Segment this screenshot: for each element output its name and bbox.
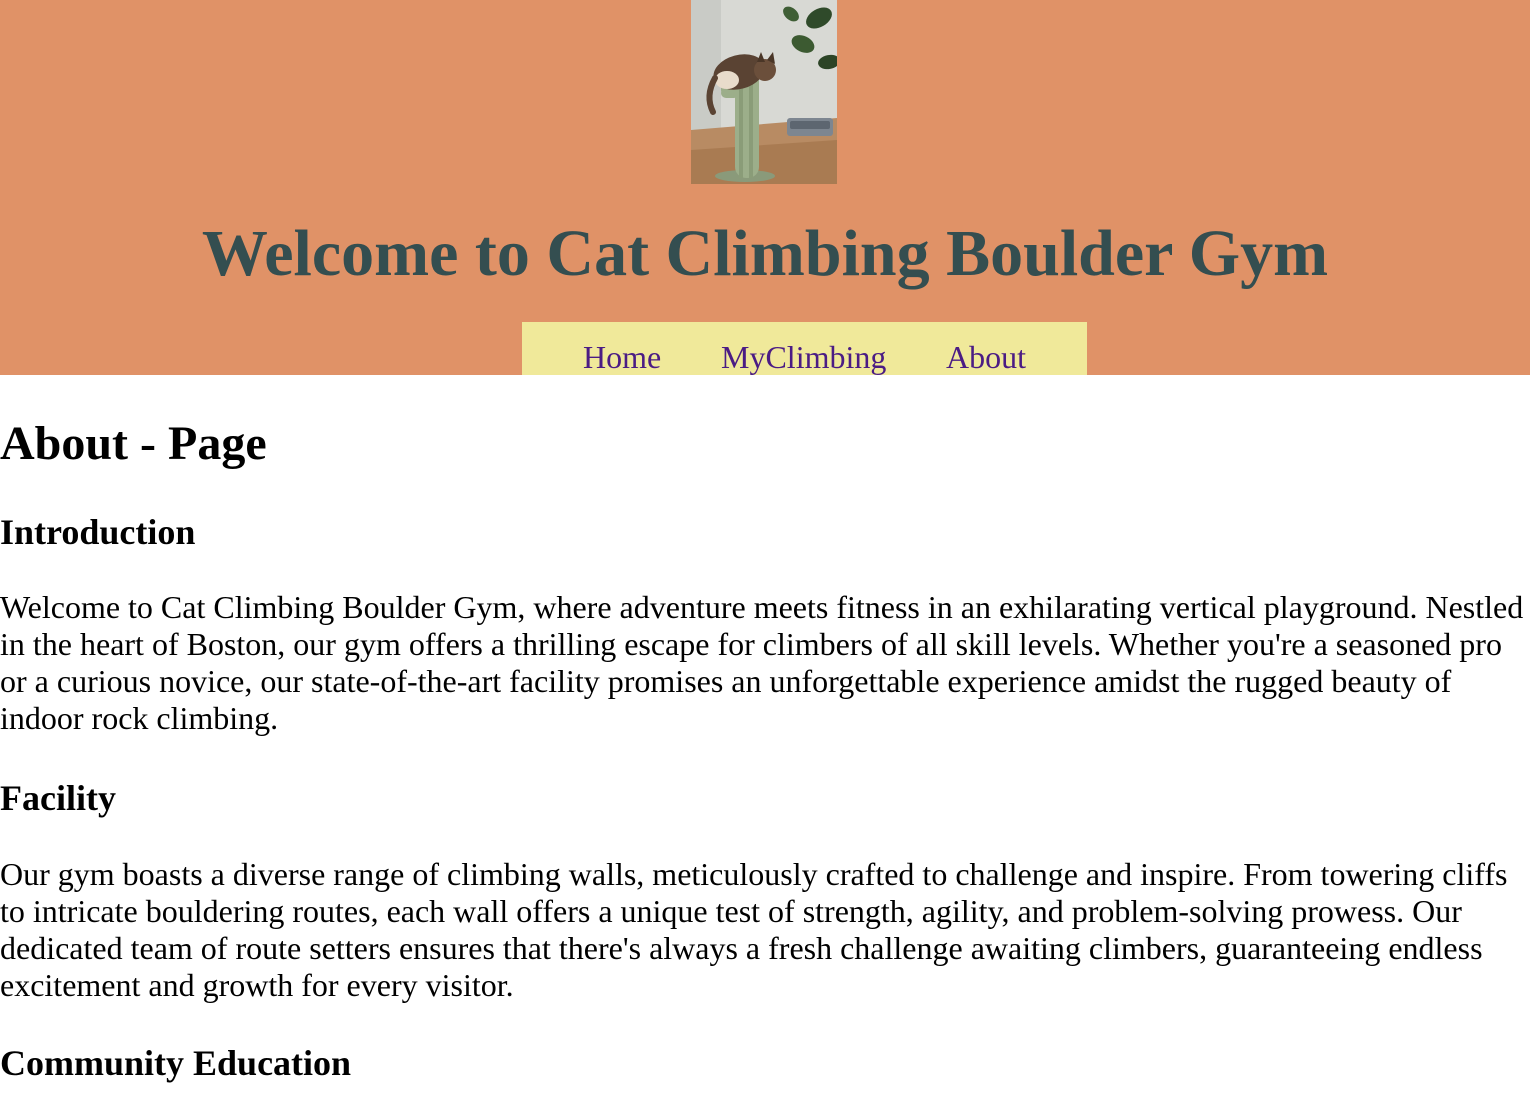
- page-title: About - Page: [0, 417, 267, 470]
- nav-link-home[interactable]: Home: [583, 337, 661, 377]
- nav-link-myclimbing[interactable]: MyClimbing: [721, 337, 886, 377]
- section-heading-community-education: Community Education: [0, 1043, 352, 1083]
- site-title: Welcome to Cat Climbing Boulder Gym: [201, 217, 1329, 290]
- section-heading-introduction: Introduction: [0, 512, 196, 552]
- site-header: Welcome to Cat Climbing Boulder Gym Home…: [0, 0, 1530, 375]
- section-text-introduction: Welcome to Cat Climbing Boulder Gym, whe…: [0, 589, 1524, 736]
- section-heading-facility: Facility: [0, 778, 116, 818]
- cat-climbing-logo-image: [691, 0, 837, 184]
- section-text-facility: Our gym boasts a diverse range of climbi…: [0, 856, 1508, 1003]
- nav-link-about[interactable]: About: [946, 337, 1026, 377]
